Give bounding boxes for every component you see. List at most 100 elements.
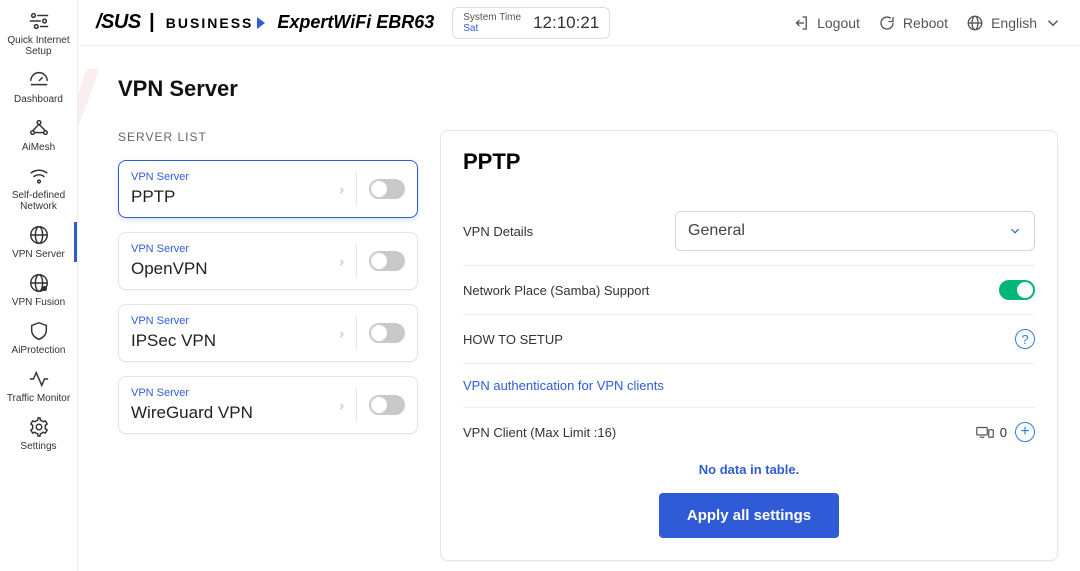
sidebar-item-vpn-server[interactable]: VPN Server	[0, 218, 77, 266]
main-content: VPN Server SERVER LIST VPN Server PPTP ›…	[78, 46, 1080, 571]
page-title: VPN Server	[118, 76, 1058, 102]
brand-main: /SUS	[96, 11, 141, 34]
systime-label: System Time	[463, 12, 521, 23]
language-dropdown[interactable]: English	[966, 14, 1062, 32]
howto-label: HOW TO SETUP	[463, 332, 563, 347]
chevron-right-icon: ›	[327, 325, 356, 341]
mesh-icon	[26, 117, 52, 139]
client-count-badge: 0	[976, 425, 1007, 440]
sidebar-item-label: Traffic Monitor	[7, 393, 70, 404]
systime-clock: 12:10:21	[533, 13, 599, 33]
brand-separator: |	[149, 11, 154, 34]
systime-day: Sat	[463, 23, 521, 34]
panel-title: PPTP	[463, 149, 1035, 175]
chevron-down-icon	[1008, 224, 1022, 238]
logout-icon	[792, 14, 810, 32]
server-name: IPSec VPN	[131, 331, 327, 351]
server-toggle-wireguard[interactable]	[369, 395, 405, 415]
sidebar-item-vpn-fusion[interactable]: VPN Fusion	[0, 266, 77, 314]
server-card-pptp[interactable]: VPN Server PPTP ›	[118, 160, 418, 218]
vpn-auth-link[interactable]: VPN authentication for VPN clients	[463, 378, 664, 393]
sidebar-item-label: VPN Server	[12, 249, 65, 260]
server-name: PPTP	[131, 187, 327, 207]
gauge-icon	[26, 69, 52, 91]
divider	[356, 316, 357, 350]
globe-dot-icon	[26, 272, 52, 294]
server-card-wireguard[interactable]: VPN Server WireGuard VPN ›	[118, 376, 418, 434]
logout-label: Logout	[817, 15, 860, 31]
divider	[356, 388, 357, 422]
reboot-button[interactable]: Reboot	[878, 14, 948, 32]
samba-toggle[interactable]	[999, 280, 1035, 300]
system-time-chip: System Time Sat 12:10:21	[452, 7, 610, 39]
sidebar-item-traffic-monitor[interactable]: Traffic Monitor	[0, 362, 77, 410]
sliders-icon	[26, 10, 52, 32]
sidebar-item-self-defined-network[interactable]: Self-defined Network	[0, 159, 77, 218]
chevron-right-icon	[253, 15, 269, 31]
divider	[356, 244, 357, 278]
sidebar-item-settings[interactable]: Settings	[0, 410, 77, 458]
chevron-right-icon: ›	[327, 181, 356, 197]
gear-icon	[26, 416, 52, 438]
brand-logo: /SUS | BUSINESS	[96, 11, 253, 34]
sidebar-item-label: Self-defined Network	[2, 190, 75, 212]
activity-icon	[26, 368, 52, 390]
server-card-ipsec[interactable]: VPN Server IPSec VPN ›	[118, 304, 418, 362]
server-eyebrow: VPN Server	[131, 315, 327, 327]
server-list-column: SERVER LIST VPN Server PPTP › VPN Server…	[118, 130, 418, 448]
vpn-client-label: VPN Client (Max Limit :16)	[463, 425, 616, 440]
row-vpn-client: VPN Client (Max Limit :16) 0 +	[463, 408, 1035, 442]
apply-all-button[interactable]: Apply all settings	[659, 493, 839, 538]
server-name: OpenVPN	[131, 259, 327, 279]
globe-icon	[966, 14, 984, 32]
row-auth-link: VPN authentication for VPN clients	[463, 364, 1035, 408]
server-card-openvpn[interactable]: VPN Server OpenVPN ›	[118, 232, 418, 290]
wifi-gear-icon	[26, 165, 52, 187]
language-label: English	[991, 15, 1037, 31]
globe-lines-icon	[26, 224, 52, 246]
row-samba: Network Place (Samba) Support	[463, 266, 1035, 315]
sidebar-item-label: Dashboard	[14, 94, 63, 105]
sidebar-item-aimesh[interactable]: AiMesh	[0, 111, 77, 159]
sidebar-item-dashboard[interactable]: Dashboard	[0, 63, 77, 111]
shield-icon	[26, 320, 52, 342]
server-eyebrow: VPN Server	[131, 171, 327, 183]
chevron-right-icon: ›	[327, 397, 356, 413]
chevron-right-icon: ›	[327, 253, 356, 269]
help-icon[interactable]: ?	[1015, 329, 1035, 349]
add-client-button[interactable]: +	[1015, 422, 1035, 442]
divider	[356, 172, 357, 206]
vpn-details-label: VPN Details	[463, 224, 533, 239]
sidebar-item-label: AiProtection	[12, 345, 66, 356]
vpn-details-value: General	[688, 222, 745, 240]
vpn-details-select[interactable]: General	[675, 211, 1035, 251]
devices-icon	[976, 425, 994, 439]
samba-label: Network Place (Samba) Support	[463, 283, 649, 298]
sidebar-item-label: Settings	[20, 441, 56, 452]
row-howto: HOW TO SETUP ?	[463, 315, 1035, 364]
header: /SUS | BUSINESS ExpertWiFi EBR63 System …	[78, 0, 1080, 46]
detail-panel: PPTP VPN Details General Network Place (…	[440, 130, 1058, 561]
server-name: WireGuard VPN	[131, 403, 327, 423]
logout-button[interactable]: Logout	[792, 14, 860, 32]
sidebar-item-label: VPN Fusion	[12, 297, 65, 308]
sidebar-item-label: Quick Internet Setup	[2, 35, 75, 57]
server-toggle-ipsec[interactable]	[369, 323, 405, 343]
chevron-down-icon	[1044, 14, 1062, 32]
no-data-message: No data in table.	[463, 442, 1035, 481]
server-eyebrow: VPN Server	[131, 243, 327, 255]
row-vpn-details: VPN Details General	[463, 197, 1035, 266]
sidebar-item-label: AiMesh	[22, 142, 55, 153]
reboot-icon	[878, 14, 896, 32]
server-eyebrow: VPN Server	[131, 387, 327, 399]
sidebar: Quick Internet Setup Dashboard AiMesh Se…	[0, 0, 78, 571]
product-name: ExpertWiFi EBR63	[277, 12, 434, 33]
server-toggle-openvpn[interactable]	[369, 251, 405, 271]
sidebar-item-quick-internet-setup[interactable]: Quick Internet Setup	[0, 4, 77, 63]
reboot-label: Reboot	[903, 15, 948, 31]
sidebar-item-aiprotection[interactable]: AiProtection	[0, 314, 77, 362]
client-count-value: 0	[1000, 425, 1007, 440]
server-list-label: SERVER LIST	[118, 130, 418, 144]
brand-sub: BUSINESS	[166, 15, 254, 31]
server-toggle-pptp[interactable]	[369, 179, 405, 199]
